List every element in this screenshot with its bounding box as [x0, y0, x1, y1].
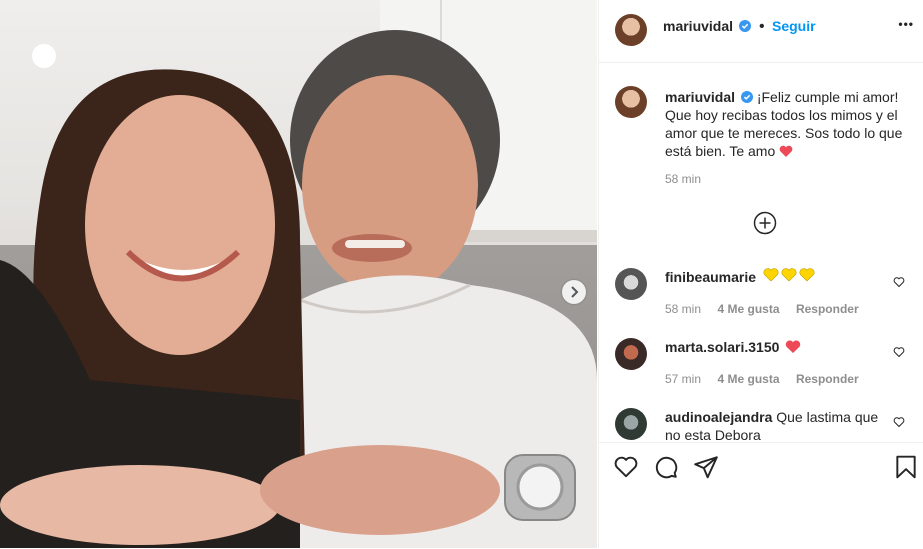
comment-item: marta.solari.3150 57 min 4 Me gusta Resp…	[599, 334, 923, 390]
comment-reply-button[interactable]: Responder	[796, 372, 859, 386]
comment-likes-count[interactable]: 4 Me gusta	[717, 372, 779, 386]
caption-timestamp: 58 min	[665, 172, 702, 186]
next-photo-button[interactable]	[562, 280, 586, 304]
comment-username[interactable]: finibeaumarie	[665, 269, 756, 285]
verified-badge-icon	[739, 20, 752, 32]
comment-like-heart-icon[interactable]	[893, 346, 905, 358]
author-avatar[interactable]	[615, 14, 647, 46]
post-header: mariuvidal • Seguir •••	[599, 0, 923, 63]
comment-username[interactable]: marta.solari.3150	[665, 339, 779, 355]
comment-username[interactable]: audinoalejandra	[665, 409, 772, 425]
author-username[interactable]: mariuvidal	[663, 18, 733, 34]
comment-like-heart-icon[interactable]	[893, 276, 905, 288]
yellow-hearts-emoji-icon	[763, 268, 815, 285]
commenter-avatar[interactable]	[615, 408, 647, 440]
post-panel: mariuvidal • Seguir ••• mariuvidal ¡Feli…	[598, 0, 923, 548]
bookmark-icon[interactable]	[893, 454, 919, 480]
commenter-avatar[interactable]	[615, 268, 647, 300]
comment-icon[interactable]	[653, 454, 679, 480]
comment-item: audinoalejandra Que lastima que no esta …	[599, 404, 923, 441]
more-options-button[interactable]: •••	[898, 17, 914, 31]
heart-icon[interactable]	[613, 454, 639, 480]
chevron-right-icon	[571, 286, 579, 298]
commenter-avatar[interactable]	[615, 338, 647, 370]
comment-likes-count[interactable]: 4 Me gusta	[717, 302, 779, 316]
red-heart-emoji-icon	[786, 340, 801, 353]
comment-reply-button[interactable]: Responder	[796, 302, 859, 316]
verified-badge-icon	[740, 91, 753, 103]
comment-timestamp: 57 min	[665, 372, 702, 386]
comment-item: finibeaumarie 58 min 4 Me gusta Responde…	[599, 264, 923, 320]
caption-username[interactable]: mariuvidal	[665, 89, 735, 105]
separator-dot: •	[758, 18, 765, 35]
plus-circle-icon[interactable]	[753, 211, 777, 235]
post-actions-bar	[599, 442, 923, 549]
caption-block: mariuvidal ¡Feliz cumple mi amor! Que ho…	[665, 88, 910, 186]
share-icon[interactable]	[693, 454, 719, 480]
follow-button[interactable]: Seguir	[772, 18, 816, 34]
comment-timestamp: 58 min	[665, 302, 702, 316]
comment-like-heart-icon[interactable]	[893, 416, 905, 428]
photo-illustration	[0, 0, 597, 548]
caption-avatar[interactable]	[615, 86, 647, 118]
post-photo[interactable]	[0, 0, 597, 548]
red-heart-emoji-icon	[779, 145, 793, 157]
